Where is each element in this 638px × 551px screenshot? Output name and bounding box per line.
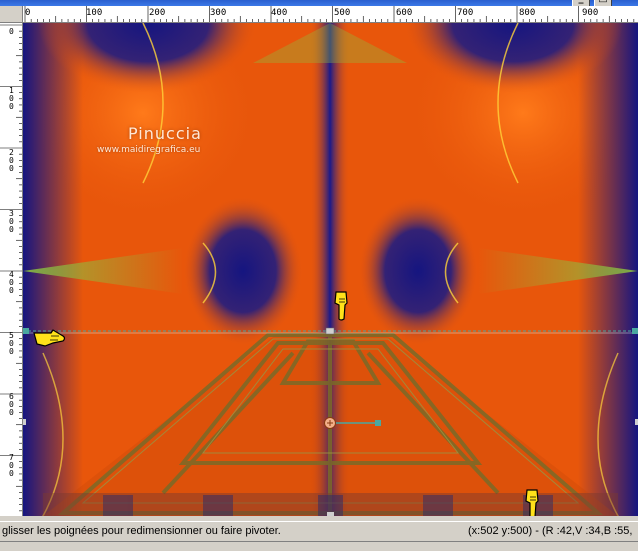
- ruler-corner: [0, 6, 23, 23]
- watermark-url: www.maidiregrafica.eu: [97, 145, 201, 155]
- bottom-strip: [0, 541, 638, 551]
- ruler-label: 400: [9, 270, 14, 295]
- ruler-label: 700: [9, 453, 14, 478]
- rotation-handle-icon[interactable]: [323, 416, 337, 430]
- ruler-label: 300: [9, 209, 14, 234]
- ruler-label: 500: [334, 8, 351, 18]
- ruler-label: 600: [396, 8, 413, 18]
- ruler-label: 800: [519, 8, 536, 18]
- ruler-label: 0: [25, 8, 31, 18]
- ruler-label: 500: [9, 331, 14, 356]
- ruler-label: 100: [86, 8, 103, 18]
- pointing-hand-right-icon: [33, 329, 66, 347]
- ruler-label: 200: [149, 8, 166, 18]
- status-pixel-info: (x:502 y:500) - (R :42,V :34,B :55,: [468, 525, 633, 537]
- status-hint: glisser les poignées pour redimensionner…: [2, 525, 281, 537]
- ruler-label: 300: [210, 8, 227, 18]
- watermark-title: Pinuccia: [128, 124, 202, 143]
- pointing-hand-down-icon: [525, 489, 539, 516]
- ruler-label: 600: [9, 392, 14, 417]
- ruler-label: 200: [9, 148, 14, 173]
- ruler-label: 700: [457, 8, 474, 18]
- image-canvas[interactable]: Pinuccia www.maidiregrafica.eu: [23, 23, 638, 516]
- ruler-label: 400: [271, 8, 288, 18]
- pointing-hand-down-icon: [334, 291, 348, 321]
- artwork: [23, 23, 638, 516]
- ruler-label: 100: [9, 86, 14, 111]
- horizontal-ruler: 0 100 200 300 400 500 600 700 800 900: [23, 6, 638, 23]
- ruler-label: 900: [582, 8, 599, 18]
- status-bar: glisser les poignées pour redimensionner…: [0, 521, 638, 541]
- ruler-label: 0: [9, 27, 14, 36]
- vertical-ruler: 0 100 200 300 400 500 600 700: [0, 23, 23, 516]
